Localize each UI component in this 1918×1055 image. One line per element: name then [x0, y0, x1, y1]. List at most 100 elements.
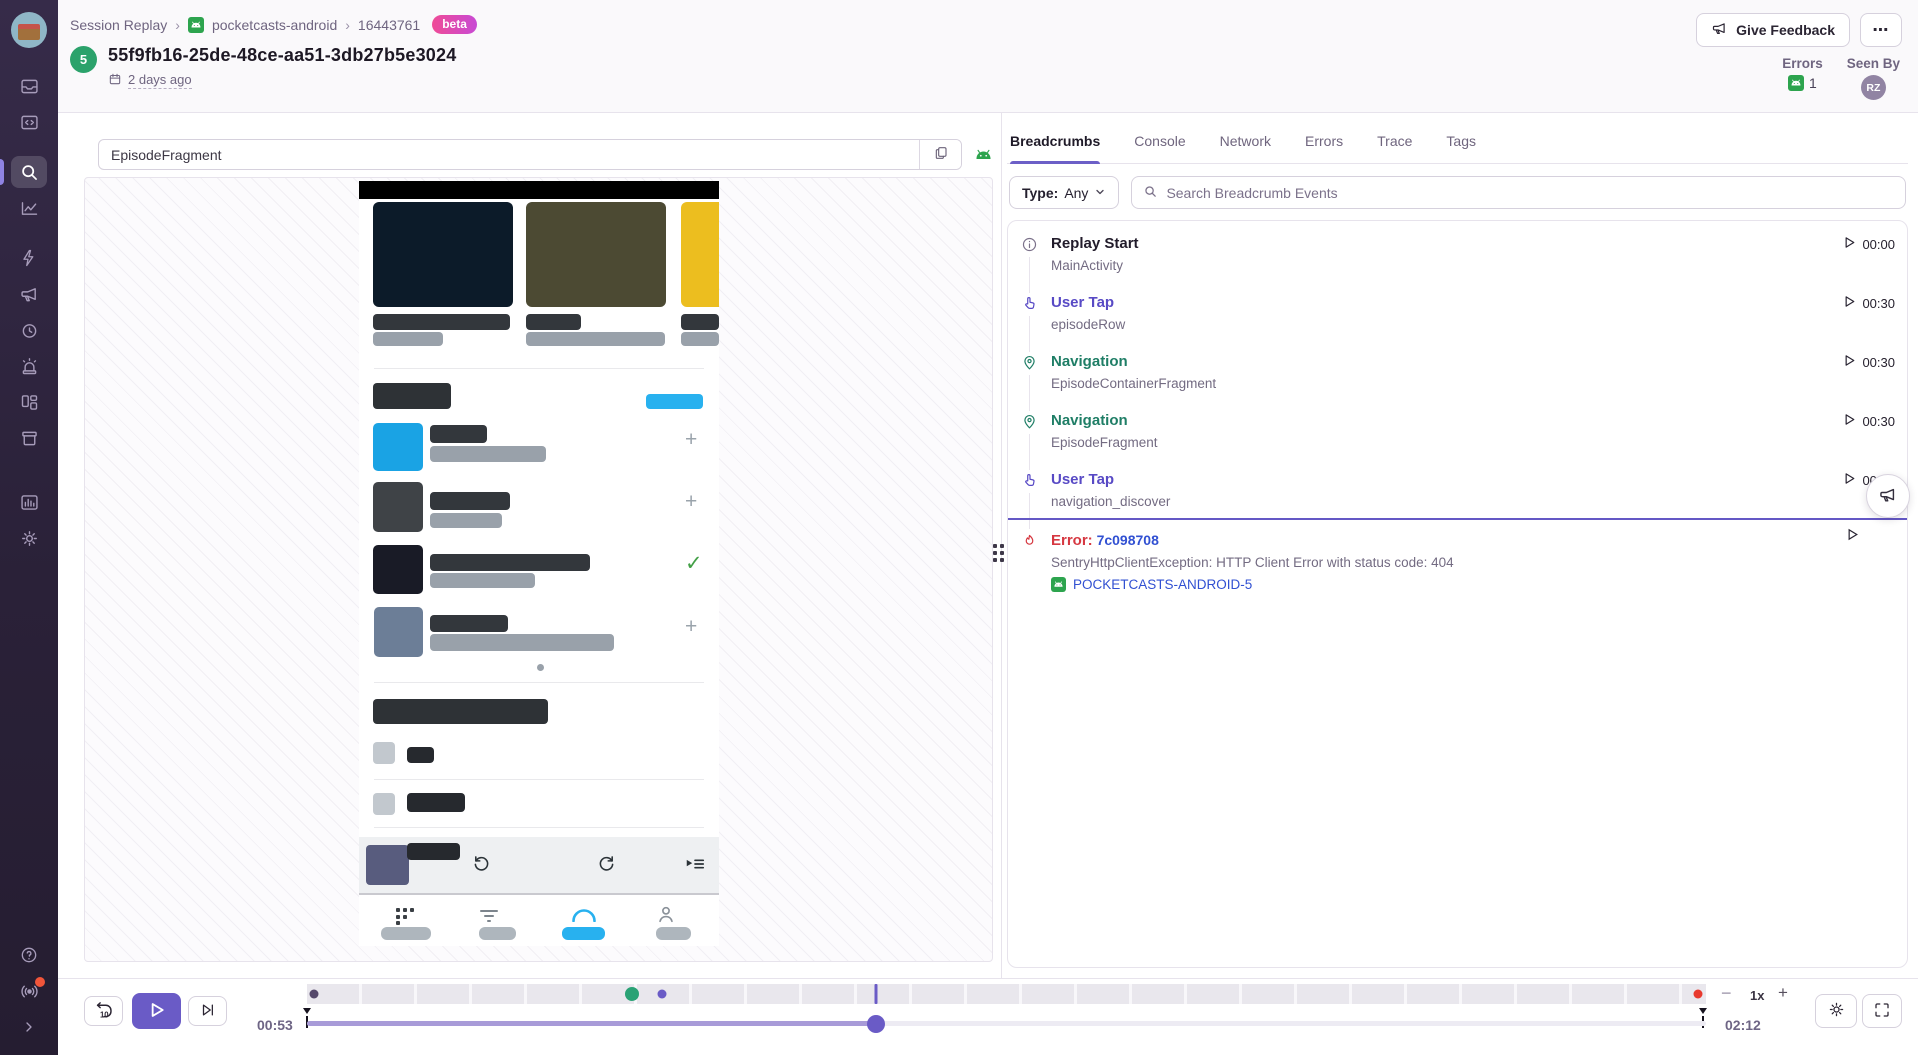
- fire-icon: [1021, 533, 1038, 592]
- issue-id-link[interactable]: POCKETCASTS-ANDROID-5: [1073, 577, 1252, 592]
- seek-handle[interactable]: [867, 1015, 885, 1033]
- sidebar-item-releases[interactable]: [11, 422, 47, 454]
- feedback-fab-button[interactable]: [1866, 474, 1910, 518]
- sidebar-item-whats-new[interactable]: [11, 975, 47, 1007]
- beta-badge: beta: [432, 15, 477, 34]
- chevron-right-icon: [21, 1019, 37, 1035]
- sidebar-item-issues[interactable]: [11, 70, 47, 102]
- seek-bar[interactable]: [307, 1021, 1706, 1026]
- tab-network[interactable]: Network: [1220, 133, 1271, 163]
- podcasts-grid-icon: [395, 907, 417, 928]
- event-play-button[interactable]: [1846, 528, 1859, 544]
- event-replay-start[interactable]: Replay Start MainActivity 00:00: [1008, 223, 1907, 282]
- copy-button[interactable]: [919, 140, 961, 169]
- type-filter-dropdown[interactable]: Type: Any: [1009, 176, 1119, 209]
- breadcrumb-search-input[interactable]: [1166, 185, 1894, 201]
- event-navigation[interactable]: Navigation EpisodeFragment 00:30: [1008, 400, 1907, 459]
- bar-chart-icon: [19, 492, 40, 513]
- skip-to-end-button[interactable]: [188, 996, 227, 1026]
- playback-position-line: [1008, 518, 1907, 520]
- gear-icon: [19, 528, 40, 549]
- focus-tabs: Breadcrumbs Console Network Errors Trace…: [1007, 113, 1908, 164]
- sidebar-item-seer[interactable]: [11, 242, 47, 274]
- wireframe-text-bar: [407, 747, 434, 763]
- wireframe-text-bar: [430, 554, 590, 571]
- dom-search-input[interactable]: [99, 140, 919, 169]
- tab-tags[interactable]: Tags: [1446, 133, 1476, 163]
- breadcrumb-replay-number: 16443761: [358, 17, 420, 33]
- rewind-10-button[interactable]: 10: [84, 996, 123, 1026]
- up-next-icon: [684, 855, 706, 876]
- seen-by-avatar[interactable]: RZ: [1861, 75, 1886, 100]
- event-error[interactable]: Error: 7c098708 SentryHttpClientExceptio…: [1008, 520, 1907, 601]
- clip-start-marker[interactable]: [303, 1008, 311, 1014]
- timeline-marker-navigation[interactable]: [625, 987, 639, 1001]
- wireframe-blue-button: [646, 394, 703, 409]
- sidebar-expand-button[interactable]: [11, 1011, 47, 1043]
- sidebar-item-alerts[interactable]: [11, 350, 47, 382]
- sidebar-item-insights[interactable]: [11, 192, 47, 224]
- tab-errors[interactable]: Errors: [1305, 133, 1343, 163]
- event-user-tap[interactable]: User Tap navigation_discover 00:33: [1008, 459, 1907, 518]
- error-id-link[interactable]: 7c098708: [1097, 532, 1159, 548]
- sidebar-item-settings[interactable]: [11, 522, 47, 554]
- lightning-icon: [19, 248, 39, 268]
- breadcrumb: Session Replay › pocketcasts-android › 1…: [70, 15, 1902, 34]
- sidebar-item-dashboards[interactable]: [11, 386, 47, 418]
- android-platform-icon: [974, 149, 993, 161]
- give-feedback-button[interactable]: Give Feedback: [1696, 13, 1850, 47]
- sidebar-item-replays[interactable]: [11, 314, 47, 346]
- tab-breadcrumbs[interactable]: Breadcrumbs: [1010, 133, 1100, 163]
- wireframe-text-bar: [407, 843, 460, 860]
- sidebar-item-feedback[interactable]: [11, 278, 47, 310]
- wireframe-nav-pill: [479, 927, 516, 940]
- more-options-button[interactable]: ⋯: [1860, 13, 1902, 47]
- speed-value[interactable]: 1x: [1750, 988, 1764, 1003]
- replay-video-stage[interactable]: + + ✓ +: [84, 177, 993, 962]
- org-avatar[interactable]: [11, 12, 47, 48]
- timeline-marker-session-start[interactable]: [309, 990, 318, 999]
- errors-label: Errors: [1782, 56, 1823, 71]
- event-navigation[interactable]: Navigation EpisodeContainerFragment 00:3…: [1008, 341, 1907, 400]
- breadcrumb-search-box: [1131, 176, 1906, 209]
- event-timestamp[interactable]: 00:00: [1843, 236, 1895, 252]
- clip-end-marker[interactable]: [1699, 1008, 1707, 1014]
- rewind-10-icon: 10: [93, 999, 115, 1024]
- speed-decrease-button[interactable]: −: [1721, 984, 1732, 1002]
- fullscreen-button[interactable]: [1862, 994, 1902, 1028]
- event-timestamp[interactable]: 00:30: [1843, 295, 1895, 311]
- timeline-playhead: [874, 984, 877, 1004]
- timeline-strip[interactable]: [307, 984, 1706, 1004]
- sidebar-item-help[interactable]: [11, 939, 47, 971]
- event-timestamp[interactable]: 00:30: [1843, 354, 1895, 370]
- sidebar-item-stats[interactable]: [11, 486, 47, 518]
- tab-trace[interactable]: Trace: [1377, 133, 1412, 163]
- player-settings-button[interactable]: [1815, 994, 1857, 1028]
- event-timestamp[interactable]: 00:30: [1843, 413, 1895, 429]
- timeline-marker-user-tap[interactable]: [658, 990, 667, 999]
- breadcrumb-project[interactable]: pocketcasts-android: [212, 17, 337, 33]
- play-icon: [1843, 354, 1856, 370]
- chevron-sep-icon: ›: [345, 17, 350, 33]
- tab-console[interactable]: Console: [1134, 133, 1185, 163]
- timeline-marker-error[interactable]: [1693, 990, 1702, 999]
- wireframe-nav-pill-active: [562, 927, 605, 940]
- play-button[interactable]: [132, 993, 181, 1029]
- svg-text:10: 10: [99, 1010, 108, 1019]
- copy-icon: [933, 145, 949, 164]
- speed-increase-button[interactable]: +: [1778, 984, 1788, 1001]
- android-project-icon: [188, 17, 204, 33]
- history-clock-icon: [19, 320, 40, 341]
- wireframe-card: [373, 202, 513, 307]
- pane-resize-handle[interactable]: [990, 541, 1006, 565]
- event-user-tap[interactable]: User Tap episodeRow 00:30: [1008, 282, 1907, 341]
- wireframe-text-bar: [430, 573, 535, 588]
- wireframe-nav-pill: [381, 927, 431, 940]
- breadcrumb-session-replay[interactable]: Session Replay: [70, 17, 167, 33]
- sidebar-item-explore-code[interactable]: [11, 106, 47, 138]
- current-time: 00:53: [257, 1017, 293, 1033]
- wireframe-text-bar: [407, 793, 465, 812]
- sidebar-item-search-active[interactable]: [11, 156, 47, 188]
- wireframe-thumbnail: [373, 423, 423, 471]
- wireframe-text-bar: [430, 425, 487, 443]
